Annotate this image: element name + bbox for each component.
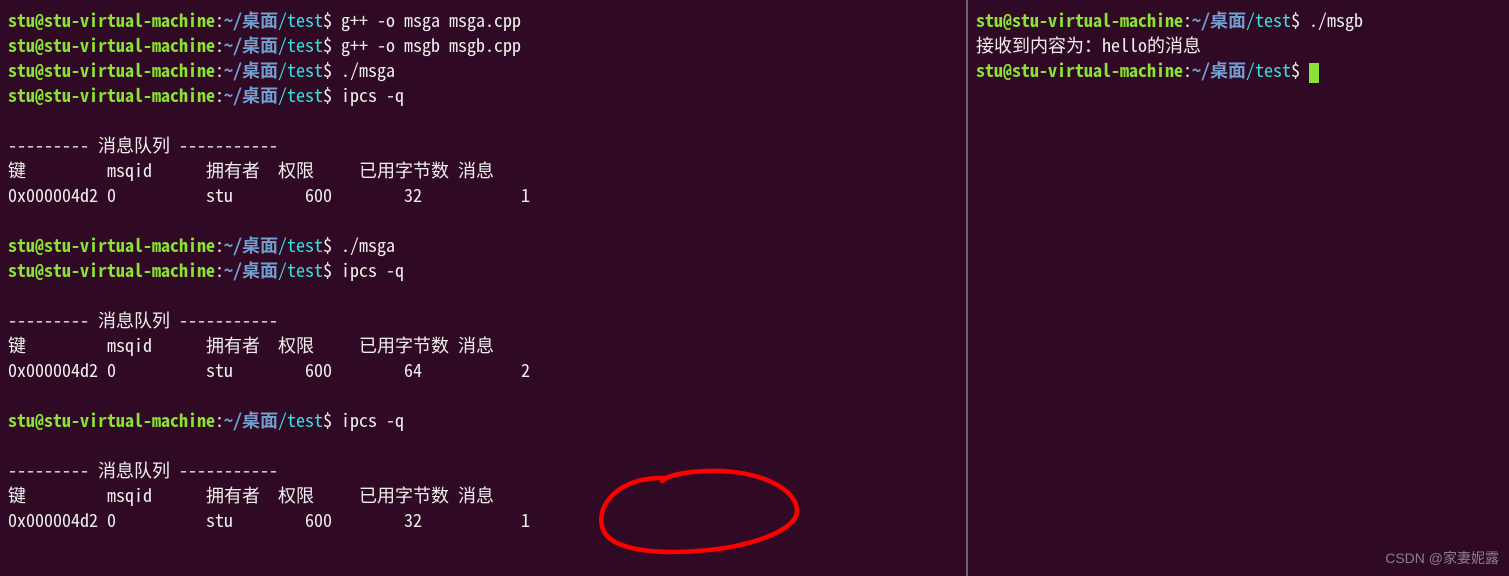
prompt-symbol: $ bbox=[323, 232, 332, 258]
prompt-symbol: $ bbox=[323, 32, 332, 58]
terminal-blank-line bbox=[8, 283, 958, 308]
prompt-path-home: ~/桌面 bbox=[224, 407, 278, 433]
terminal-prompt-line: stu@stu-virtual-machine:~/桌面/test$ g++ -… bbox=[8, 8, 958, 33]
prompt-path-home: ~/桌面 bbox=[224, 257, 278, 283]
terminal-prompt-line: stu@stu-virtual-machine:~/桌面/test$ ./msg… bbox=[8, 58, 958, 83]
prompt-symbol: $ bbox=[323, 407, 332, 433]
command-text: g++ -o msgb msgb.cpp bbox=[332, 32, 521, 58]
terminal-blank-line bbox=[8, 208, 958, 233]
prompt-path-dir: /test bbox=[278, 232, 323, 258]
prompt-user: stu@stu-virtual-machine bbox=[8, 257, 215, 283]
terminal-output-line: 键 msqid 拥有者 权限 已用字节数 消息 bbox=[8, 158, 958, 183]
terminal-output-line: 接收到内容为：hello的消息 bbox=[976, 33, 1501, 58]
terminal-output-line: 0x000004d2 0 stu 600 64 2 bbox=[8, 358, 958, 383]
prompt-colon: : bbox=[215, 57, 224, 83]
command-text: g++ -o msga msga.cpp bbox=[332, 7, 521, 33]
prompt-path-dir: /test bbox=[278, 32, 323, 58]
prompt-user: stu@stu-virtual-machine bbox=[8, 82, 215, 108]
prompt-colon: : bbox=[215, 82, 224, 108]
terminal-output-line: --------- 消息队列 ----------- bbox=[8, 133, 958, 158]
terminal-prompt-line: stu@stu-virtual-machine:~/桌面/test$ ipcs … bbox=[8, 258, 958, 283]
prompt-colon: : bbox=[215, 257, 224, 283]
terminal-prompt-line: stu@stu-virtual-machine:~/桌面/test$ ipcs … bbox=[8, 408, 958, 433]
terminal-output-line: 0x000004d2 0 stu 600 32 1 bbox=[8, 508, 958, 533]
terminal-prompt-line: stu@stu-virtual-machine:~/桌面/test$ bbox=[976, 58, 1501, 83]
prompt-symbol: $ bbox=[323, 57, 332, 83]
prompt-user: stu@stu-virtual-machine bbox=[976, 57, 1183, 83]
terminal-prompt-line: stu@stu-virtual-machine:~/桌面/test$ g++ -… bbox=[8, 33, 958, 58]
command-text bbox=[1300, 57, 1309, 83]
prompt-user: stu@stu-virtual-machine bbox=[8, 407, 215, 433]
prompt-user: stu@stu-virtual-machine bbox=[8, 7, 215, 33]
terminal-output-line: --------- 消息队列 ----------- bbox=[8, 458, 958, 483]
cursor-block bbox=[1309, 63, 1319, 83]
terminal-prompt-line: stu@stu-virtual-machine:~/桌面/test$ ipcs … bbox=[8, 83, 958, 108]
prompt-path-home: ~/桌面 bbox=[1192, 7, 1246, 33]
prompt-path-home: ~/桌面 bbox=[224, 232, 278, 258]
prompt-path-home: ~/桌面 bbox=[224, 7, 278, 33]
command-text: ./msga bbox=[332, 232, 395, 258]
prompt-colon: : bbox=[1183, 57, 1192, 83]
prompt-path-dir: /test bbox=[1246, 7, 1291, 33]
prompt-user: stu@stu-virtual-machine bbox=[8, 232, 215, 258]
prompt-user: stu@stu-virtual-machine bbox=[8, 57, 215, 83]
prompt-symbol: $ bbox=[1291, 7, 1300, 33]
terminal-left-pane[interactable]: stu@stu-virtual-machine:~/桌面/test$ g++ -… bbox=[0, 0, 968, 576]
prompt-path-dir: /test bbox=[278, 257, 323, 283]
terminal-right-pane[interactable]: stu@stu-virtual-machine:~/桌面/test$ ./msg… bbox=[968, 0, 1509, 576]
prompt-path-home: ~/桌面 bbox=[224, 32, 278, 58]
command-text: ipcs -q bbox=[332, 82, 404, 108]
prompt-symbol: $ bbox=[323, 7, 332, 33]
terminal-prompt-line: stu@stu-virtual-machine:~/桌面/test$ ./msg… bbox=[976, 8, 1501, 33]
prompt-path-home: ~/桌面 bbox=[224, 57, 278, 83]
command-text: ./msgb bbox=[1300, 7, 1363, 33]
prompt-symbol: $ bbox=[1291, 57, 1300, 83]
terminal-blank-line bbox=[8, 108, 958, 133]
prompt-path-dir: /test bbox=[1246, 57, 1291, 83]
terminal-blank-line bbox=[8, 383, 958, 408]
terminal-output-line: 键 msqid 拥有者 权限 已用字节数 消息 bbox=[8, 483, 958, 508]
prompt-path-dir: /test bbox=[278, 57, 323, 83]
command-text: ./msga bbox=[332, 57, 395, 83]
terminal-output-line: 0x000004d2 0 stu 600 32 1 bbox=[8, 183, 958, 208]
terminal-output-line: 键 msqid 拥有者 权限 已用字节数 消息 bbox=[8, 333, 958, 358]
prompt-path-home: ~/桌面 bbox=[1192, 57, 1246, 83]
prompt-user: stu@stu-virtual-machine bbox=[976, 7, 1183, 33]
terminal-prompt-line: stu@stu-virtual-machine:~/桌面/test$ ./msg… bbox=[8, 233, 958, 258]
command-text: ipcs -q bbox=[332, 407, 404, 433]
prompt-colon: : bbox=[215, 32, 224, 58]
prompt-symbol: $ bbox=[323, 257, 332, 283]
command-text: ipcs -q bbox=[332, 257, 404, 283]
prompt-path-dir: /test bbox=[278, 82, 323, 108]
prompt-path-dir: /test bbox=[278, 7, 323, 33]
prompt-colon: : bbox=[1183, 7, 1192, 33]
terminal-blank-line bbox=[8, 433, 958, 458]
prompt-colon: : bbox=[215, 232, 224, 258]
prompt-path-home: ~/桌面 bbox=[224, 82, 278, 108]
prompt-colon: : bbox=[215, 407, 224, 433]
watermark: CSDN @家妻妮露 bbox=[1385, 548, 1499, 568]
prompt-path-dir: /test bbox=[278, 407, 323, 433]
prompt-user: stu@stu-virtual-machine bbox=[8, 32, 215, 58]
prompt-colon: : bbox=[215, 7, 224, 33]
prompt-symbol: $ bbox=[323, 82, 332, 108]
terminal-output-line: --------- 消息队列 ----------- bbox=[8, 308, 958, 333]
